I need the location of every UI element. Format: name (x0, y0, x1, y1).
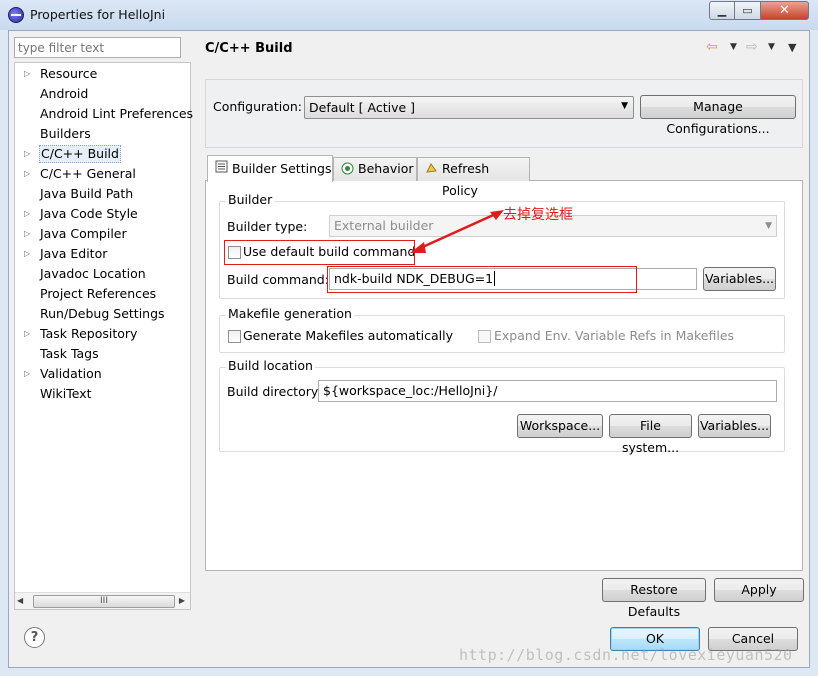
tree-item[interactable]: ▷ Validation (15, 365, 190, 383)
tree-item[interactable]: Builders (15, 125, 190, 143)
builder-settings-icon (215, 160, 228, 173)
tree-item[interactable]: ▷ Task Repository (15, 325, 190, 343)
workspace-button[interactable]: Workspace... (517, 414, 603, 438)
view-menu-icon[interactable]: ▼ (788, 41, 796, 54)
forward-arrow-icon[interactable]: ⇨ (746, 39, 758, 55)
tree-item-label: WikiText (40, 386, 92, 401)
refresh-policy-icon (426, 163, 437, 173)
tab-label: Behavior (358, 161, 414, 176)
close-button[interactable]: ✕ (761, 1, 809, 20)
tree-item-label: Javadoc Location (40, 266, 146, 281)
tree-item[interactable]: Task Tags (15, 345, 190, 363)
scroll-left-icon[interactable]: ◀ (17, 596, 23, 605)
expand-arrow-icon[interactable]: ▷ (24, 165, 30, 183)
expand-arrow-icon[interactable]: ▷ (24, 225, 30, 243)
file-system-button[interactable]: File system... (609, 414, 692, 455)
tree-item-label: Java Build Path (40, 186, 134, 201)
chevron-down-icon: ▼ (621, 101, 628, 111)
tree-item-label: Resource (40, 66, 98, 81)
tab-label: Builder Settings (232, 161, 332, 176)
tree-item[interactable]: ▷ C/C++ General (15, 165, 190, 183)
configuration-select[interactable]: Default [ Active ] ▼ (304, 96, 634, 119)
tree-item[interactable]: Javadoc Location (15, 265, 190, 283)
tree-item[interactable]: ▷ C/C++ Build (15, 145, 190, 163)
tree-item[interactable]: WikiText (15, 385, 190, 403)
tree-item-label: Java Compiler (40, 226, 127, 241)
restore-defaults-button[interactable]: Restore Defaults (602, 578, 706, 619)
eclipse-icon (8, 7, 24, 23)
annotation-highlight-command (327, 266, 637, 293)
builder-type-label: Builder type: (227, 219, 308, 234)
scroll-right-icon[interactable]: ▶ (179, 596, 185, 605)
tree-item[interactable]: Android Lint Preferences (15, 105, 193, 123)
back-arrow-icon[interactable]: ⇦ (706, 39, 718, 55)
tab-refresh-policy[interactable]: Refresh Policy (417, 157, 530, 198)
tree-item-label: Run/Debug Settings (40, 306, 165, 321)
generate-makefiles-checkbox[interactable] (228, 330, 241, 343)
expand-arrow-icon[interactable]: ▷ (24, 365, 30, 383)
minimize-button[interactable]: ▁ (709, 1, 735, 20)
horizontal-scrollbar[interactable]: ◀ III ▶ (15, 592, 190, 609)
tree-item[interactable]: Android (15, 85, 190, 103)
build-command-label: Build command: (227, 272, 329, 287)
behavior-icon (341, 162, 354, 175)
chevron-down-icon: ▼ (765, 221, 772, 231)
annotation-highlight-checkbox (224, 240, 415, 265)
tree-item[interactable]: ▷ Java Editor (15, 245, 190, 263)
tree-item-label: C/C++ General (40, 166, 136, 181)
tree-item-label: Java Editor (40, 246, 108, 261)
builder-group-label: Builder (226, 192, 275, 207)
generate-makefiles-label: Generate Makefiles automatically (243, 328, 454, 343)
apply-button[interactable]: Apply (714, 578, 804, 602)
back-menu-icon[interactable]: ▼ (730, 42, 737, 52)
expand-arrow-icon[interactable]: ▷ (24, 205, 30, 223)
tree-item-label: Project References (40, 286, 157, 301)
makefile-group-label: Makefile generation (226, 306, 354, 321)
window-title: Properties for HelloJni (30, 7, 166, 22)
expand-env-vars-checkbox[interactable] (478, 330, 491, 343)
forward-menu-icon[interactable]: ▼ (768, 42, 775, 52)
tree-item-label: C/C++ Build (39, 145, 121, 163)
tree-item[interactable]: Java Build Path (15, 185, 190, 203)
watermark: http://blog.csdn.net/lovexieyuan520 (459, 646, 793, 664)
build-location-group-label: Build location (226, 358, 315, 373)
build-directory-value: ${workspace_loc:/HelloJni}/ (323, 383, 498, 398)
scroll-thumb[interactable]: III (33, 595, 175, 608)
tab-builder-settings[interactable]: Builder Settings (207, 155, 333, 182)
filter-input[interactable] (14, 37, 181, 58)
page-title: C/C++ Build (205, 41, 293, 56)
tree-item[interactable]: ▷ Java Compiler (15, 225, 190, 243)
build-directory-label: Build directory: (227, 384, 322, 399)
configuration-label: Configuration: (213, 99, 302, 114)
tree-item-label: Task Repository (40, 326, 138, 341)
maximize-button[interactable]: ▭ (735, 1, 761, 20)
tree-item-label: Android Lint Preferences (40, 106, 194, 121)
annotation-arrow (410, 210, 504, 253)
expand-arrow-icon[interactable]: ▷ (24, 325, 30, 343)
tree-item-label: Android (40, 86, 89, 101)
annotation-text: 去掉复选框 (503, 207, 573, 223)
builder-variables-button[interactable]: Variables... (703, 267, 776, 291)
expand-arrow-icon[interactable]: ▷ (24, 245, 30, 263)
tree-item[interactable]: Run/Debug Settings (15, 305, 190, 323)
configuration-value: Default [ Active ] (309, 100, 416, 115)
tree-item-label: Java Code Style (40, 206, 138, 221)
help-icon[interactable]: ? (24, 627, 45, 648)
tree-item-label: Validation (40, 366, 102, 381)
tree-item-label: Task Tags (40, 346, 99, 361)
tree-item[interactable]: Project References (15, 285, 190, 303)
build-directory-input[interactable]: ${workspace_loc:/HelloJni}/ (318, 380, 777, 402)
manage-configurations-button[interactable]: Manage Configurations... (640, 95, 796, 136)
expand-env-vars-label: Expand Env. Variable Refs in Makefiles (494, 328, 735, 343)
expand-arrow-icon[interactable]: ▷ (24, 145, 30, 163)
tab-behavior[interactable]: Behavior (333, 157, 417, 181)
expand-arrow-icon[interactable]: ▷ (24, 65, 30, 83)
tree-item[interactable]: ▷ Java Code Style (15, 205, 190, 223)
tree-item[interactable]: ▷ Resource (15, 65, 190, 83)
property-tree: ▷ Resource Android Android Lint Preferences… (14, 62, 193, 610)
location-variables-button[interactable]: Variables... (698, 414, 771, 438)
tree-item-label: Builders (40, 126, 91, 141)
